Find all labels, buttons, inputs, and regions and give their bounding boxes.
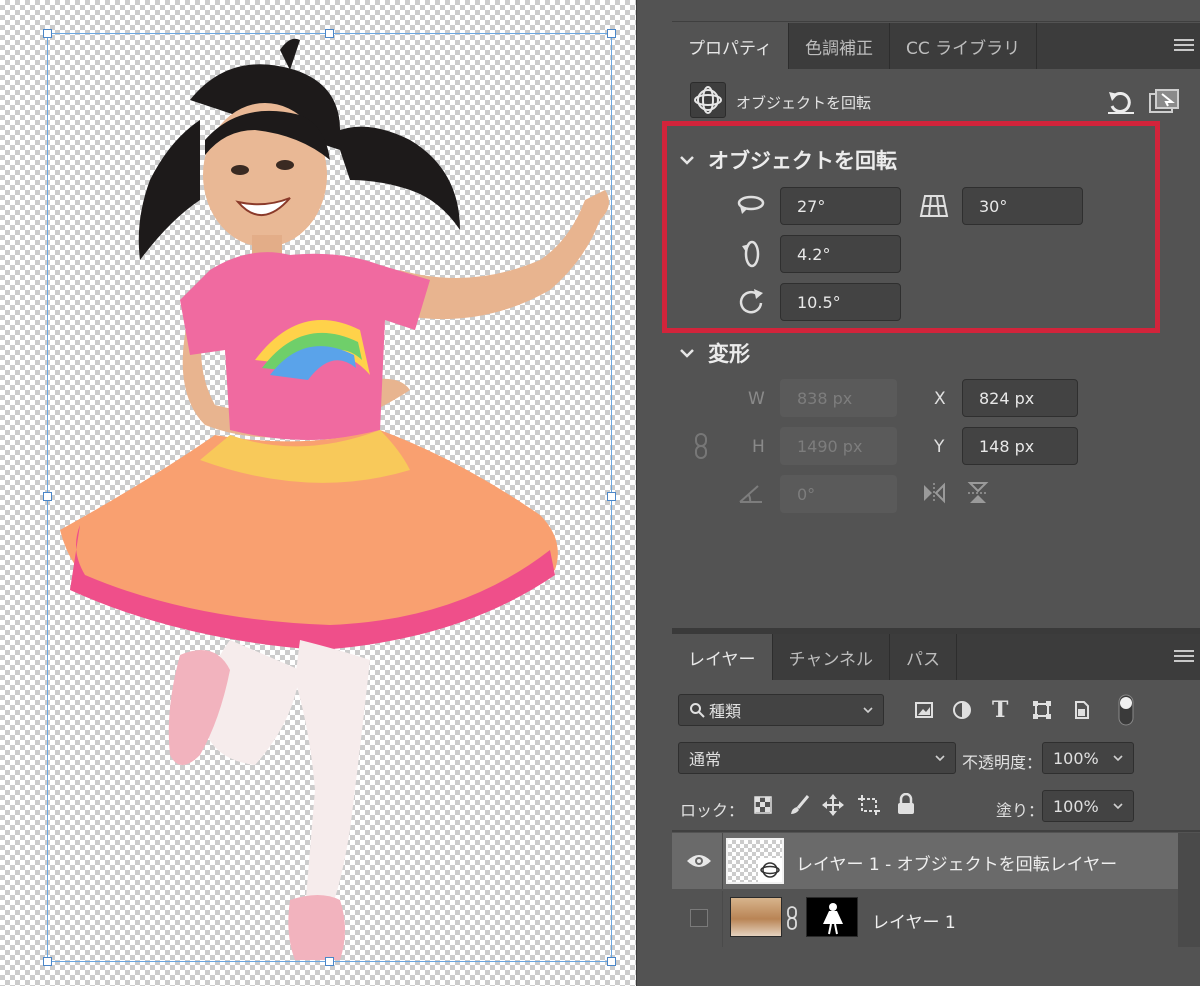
object-type-label: オブジェクトを回転 bbox=[736, 94, 872, 112]
chevron-down-icon bbox=[1113, 755, 1123, 762]
tab-channels[interactable]: チャンネル bbox=[773, 634, 890, 680]
transform-bounding-box[interactable] bbox=[47, 33, 612, 962]
y-position-field[interactable]: 148 px bbox=[962, 427, 1078, 465]
handle-bottom-right[interactable] bbox=[607, 957, 616, 966]
height-field: 1490 px bbox=[780, 427, 897, 465]
reset-icon[interactable] bbox=[1106, 88, 1136, 116]
filter-pixel-icon[interactable] bbox=[914, 700, 934, 720]
flip-horizontal-icon[interactable] bbox=[922, 481, 946, 505]
layers-scrollbar[interactable] bbox=[1178, 833, 1200, 947]
handle-top-left[interactable] bbox=[43, 29, 52, 38]
handle-bottom-center[interactable] bbox=[325, 957, 334, 966]
filter-toggle-icon[interactable] bbox=[1118, 694, 1134, 726]
transform-section-header[interactable]: 変形 bbox=[680, 338, 750, 368]
filter-type-icon[interactable]: T bbox=[992, 697, 1008, 723]
fill-field[interactable]: 100% bbox=[1042, 790, 1134, 822]
rotate-x-icon bbox=[737, 195, 765, 214]
layer-row-base[interactable]: レイヤー 1 bbox=[672, 891, 1178, 947]
smart-object-badge-icon bbox=[758, 858, 782, 882]
visibility-checkbox[interactable] bbox=[690, 909, 708, 927]
layer-filter-label: 種類 bbox=[709, 702, 742, 721]
right-panels: プロパティ 色調補正 CC ライブラリ オブジェクトを回転 オブジェクトを回転 … bbox=[672, 0, 1200, 986]
opacity-value: 100% bbox=[1053, 748, 1099, 768]
link-icon[interactable] bbox=[694, 432, 708, 460]
rotate-z-field[interactable]: 10.5° bbox=[780, 283, 901, 321]
fill-value: 100% bbox=[1053, 796, 1099, 816]
layer-col-divider bbox=[722, 891, 723, 947]
mask-link-icon[interactable] bbox=[786, 905, 798, 931]
filter-adjustment-icon[interactable] bbox=[952, 700, 972, 720]
perspective-grid-icon bbox=[919, 195, 949, 217]
lock-label: ロック： bbox=[680, 801, 745, 820]
opacity-field[interactable]: 100% bbox=[1042, 742, 1134, 774]
layer-name[interactable]: レイヤー 1 - オブジェクトを回転レイヤー bbox=[796, 850, 1117, 875]
tab-layers[interactable]: レイヤー bbox=[672, 634, 773, 680]
angle-field: 0° bbox=[780, 475, 897, 513]
width-label: W bbox=[748, 389, 765, 409]
lock-brush-icon[interactable] bbox=[788, 794, 810, 816]
panel-menu-icon[interactable] bbox=[1174, 39, 1194, 53]
chevron-down-icon bbox=[863, 707, 873, 714]
mask-silhouette bbox=[823, 903, 843, 935]
handle-bottom-left[interactable] bbox=[43, 957, 52, 966]
rotate-z-icon bbox=[739, 289, 763, 314]
angle-icon bbox=[739, 485, 762, 503]
eye-icon[interactable] bbox=[686, 853, 712, 869]
layer-filter-dropdown[interactable]: 種類 bbox=[678, 694, 884, 726]
search-icon bbox=[690, 703, 705, 718]
layers-tabs: レイヤー チャンネル パス bbox=[672, 634, 1200, 680]
layer-mask-thumbnail[interactable] bbox=[806, 897, 858, 937]
handle-top-right[interactable] bbox=[607, 29, 616, 38]
lock-artboard-icon[interactable] bbox=[858, 794, 880, 816]
properties-tabs: プロパティ 色調補正 CC ライブラリ bbox=[672, 23, 1200, 69]
tab-properties[interactable]: プロパティ bbox=[672, 23, 789, 69]
handle-middle-left[interactable] bbox=[43, 492, 52, 501]
layer-thumbnail bbox=[726, 838, 784, 884]
flip-vertical-icon[interactable] bbox=[966, 481, 990, 505]
x-position-field[interactable]: 824 px bbox=[962, 379, 1078, 417]
fill-label: 塗り： bbox=[996, 801, 1045, 820]
blend-mode-value: 通常 bbox=[689, 750, 722, 769]
transform-section-title: 変形 bbox=[708, 342, 750, 366]
document-canvas[interactable] bbox=[0, 0, 636, 986]
perspective-field[interactable]: 30° bbox=[962, 187, 1083, 225]
rotate-section-title: オブジェクトを回転 bbox=[708, 149, 897, 173]
opacity-label: 不透明度： bbox=[962, 753, 1043, 772]
handle-middle-right[interactable] bbox=[607, 492, 616, 501]
handle-top-center[interactable] bbox=[325, 29, 334, 38]
height-label: H bbox=[752, 437, 765, 457]
filter-smart-object-icon[interactable] bbox=[1072, 700, 1092, 720]
rotate-x-field[interactable]: 27° bbox=[780, 187, 901, 225]
tab-paths[interactable]: パス bbox=[890, 634, 957, 680]
filter-shape-icon[interactable] bbox=[1032, 700, 1052, 720]
chevron-down-icon bbox=[680, 156, 694, 165]
convert-smart-object-icon[interactable] bbox=[1146, 88, 1180, 116]
lock-all-icon[interactable] bbox=[896, 793, 916, 815]
lock-transparent-icon[interactable] bbox=[754, 796, 772, 814]
blend-mode-dropdown[interactable]: 通常 bbox=[678, 742, 956, 774]
chevron-down-icon bbox=[680, 349, 694, 358]
panel-top-strip bbox=[672, 0, 1200, 22]
layers-list-divider bbox=[672, 830, 1200, 832]
chevron-down-icon bbox=[935, 755, 945, 762]
object-type-icon bbox=[690, 82, 726, 118]
layer-thumbnail bbox=[730, 897, 782, 937]
layer-col-divider bbox=[722, 833, 723, 889]
x-label: X bbox=[934, 389, 946, 409]
layer-row-rotate[interactable]: レイヤー 1 - オブジェクトを回転レイヤー bbox=[672, 833, 1178, 889]
rotate-y-field[interactable]: 4.2° bbox=[780, 235, 901, 273]
rotate-y-icon bbox=[742, 240, 760, 268]
tab-adjustments[interactable]: 色調補正 bbox=[789, 23, 890, 69]
rotate-section-header[interactable]: オブジェクトを回転 bbox=[680, 145, 897, 175]
layers-menu-icon[interactable] bbox=[1174, 650, 1194, 664]
layer-name[interactable]: レイヤー 1 bbox=[872, 908, 956, 933]
chevron-down-icon bbox=[1113, 803, 1123, 810]
tab-cc-libraries[interactable]: CC ライブラリ bbox=[890, 23, 1038, 69]
lock-move-icon[interactable] bbox=[822, 794, 844, 816]
y-label: Y bbox=[934, 437, 945, 457]
canvas-divider bbox=[636, 0, 672, 986]
width-field: 838 px bbox=[780, 379, 897, 417]
